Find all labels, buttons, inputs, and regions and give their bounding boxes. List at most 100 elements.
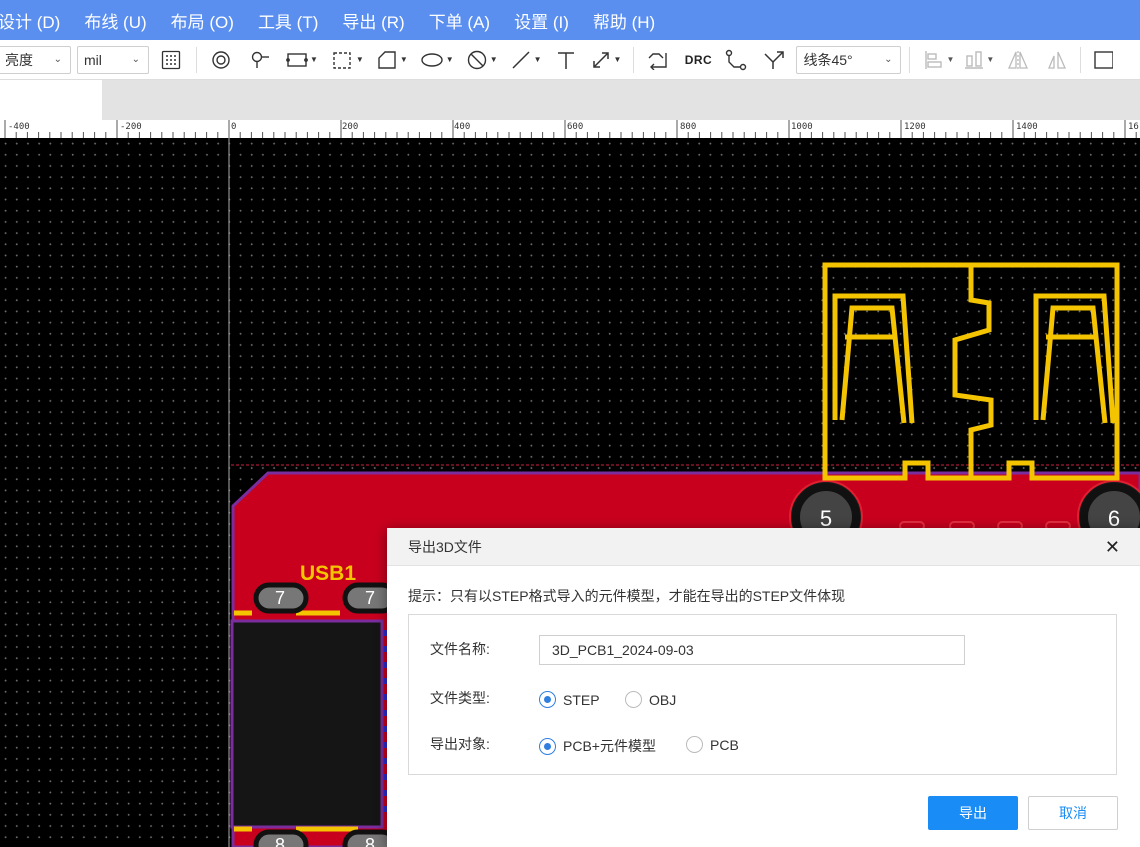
- document-tab[interactable]: [0, 80, 102, 120]
- panel-icon[interactable]: [1091, 48, 1115, 72]
- route-icon[interactable]: [646, 48, 670, 72]
- file-name-input[interactable]: [539, 635, 965, 665]
- ellipse-icon: [421, 52, 443, 67]
- polygon-icon: [378, 50, 396, 69]
- brightness-select-value: 亮度: [5, 51, 33, 68]
- line-tool[interactable]: ▼: [510, 49, 542, 71]
- route-mode-value: 线条45°: [803, 51, 853, 68]
- dimension-tool[interactable]: ▼: [590, 49, 622, 71]
- document-tab-bar: [0, 80, 1140, 120]
- connector-silkscreen: [822, 262, 1120, 481]
- trace-icon[interactable]: [724, 48, 748, 72]
- ruler-label: 16: [1128, 122, 1139, 132]
- usb-footprint: [230, 619, 384, 829]
- component-label-usb1: USB1: [300, 562, 356, 585]
- text-tool-icon[interactable]: [554, 48, 578, 72]
- cancel-button[interactable]: 取消: [1028, 796, 1118, 830]
- dropdown-arrow-icon: ▼: [946, 55, 955, 64]
- menu-order[interactable]: 下单 (A): [429, 8, 490, 33]
- flip-vertical-icon[interactable]: [1044, 48, 1068, 72]
- horizontal-ruler: -400 -200 0 200 400 600 800 1000 1200 14…: [0, 120, 1140, 138]
- dropdown-arrow-icon: ▼: [613, 55, 622, 64]
- toolbar: 亮度 ⌄ mil ⌄ ▼ ▼ ▼ ▼ ▼ ▼ ▼ DRC 线条45° ⌄ ▼ ▼: [0, 40, 1140, 80]
- toolbar-divider: [909, 46, 911, 73]
- ruler-label: 1200: [904, 122, 926, 132]
- menu-route[interactable]: 布线 (U): [84, 8, 146, 33]
- dropdown-arrow-icon: ▼: [399, 55, 408, 64]
- close-icon[interactable]: ✕: [1105, 537, 1120, 558]
- radio-step[interactable]: STEP: [539, 691, 600, 708]
- align-left-tool[interactable]: ▼: [924, 50, 954, 70]
- pad-7a-label: 7: [275, 588, 285, 608]
- branch-route-icon[interactable]: [762, 48, 786, 72]
- rectangle-icon: [286, 52, 308, 67]
- ruler-label: 0: [231, 122, 237, 132]
- route-mode-select[interactable]: 线条45° ⌄: [796, 45, 902, 74]
- toolbar-divider: [196, 46, 197, 73]
- polygon-tool[interactable]: ▼: [376, 50, 408, 70]
- menu-help[interactable]: 帮助 (H): [593, 8, 655, 33]
- unit-select[interactable]: mil ⌄: [77, 45, 149, 74]
- dropdown-arrow-icon: ▼: [310, 55, 318, 64]
- grid-icon[interactable]: [159, 48, 183, 72]
- dialog-hint: 提示：只有以STEP格式导入的元件模型，才能在导出的STEP文件体现: [408, 588, 846, 604]
- ellipse-tool[interactable]: ▼: [420, 51, 454, 69]
- pad-8a-label: 8: [275, 835, 285, 847]
- menu-layout[interactable]: 布局 (O): [171, 8, 234, 33]
- chevron-down-icon: ⌄: [884, 54, 893, 65]
- pad-7b-label: 7: [365, 588, 375, 608]
- rectangle-tool[interactable]: ▼: [286, 51, 318, 69]
- dropdown-arrow-icon: ▼: [445, 55, 454, 64]
- line-icon: [512, 50, 530, 69]
- radio-indicator: [686, 736, 703, 753]
- radio-obj[interactable]: OBJ: [625, 691, 676, 708]
- radio-pcb-only-label: PCB: [710, 736, 739, 753]
- menu-tools[interactable]: 工具 (T): [258, 8, 318, 33]
- ruler-label: 200: [342, 122, 359, 132]
- distribute-icon: [965, 50, 984, 69]
- brightness-select[interactable]: 亮度 ⌄: [0, 45, 71, 74]
- pad-icon[interactable]: [248, 48, 272, 72]
- dialog-title: 导出3D文件: [408, 538, 482, 555]
- distribute-tool[interactable]: ▼: [964, 50, 994, 70]
- select-region-tool[interactable]: ▼: [332, 50, 364, 70]
- ruler-label: -400: [8, 122, 30, 132]
- export-target-label: 导出对象:: [430, 736, 490, 752]
- export-button[interactable]: 导出: [928, 796, 1018, 830]
- radio-pcb-with-models[interactable]: PCB+元件模型: [539, 736, 656, 756]
- pad-8b-label: 8: [365, 835, 375, 847]
- dropdown-arrow-icon: ▼: [533, 55, 542, 64]
- ruler-label: -200: [120, 122, 142, 132]
- dropdown-arrow-icon: ▼: [489, 55, 498, 64]
- file-name-label: 文件名称:: [430, 641, 490, 657]
- file-type-label: 文件类型:: [430, 690, 490, 706]
- export-3d-dialog: 导出3D文件 ✕ 提示：只有以STEP格式导入的元件模型，才能在导出的STEP文…: [387, 528, 1140, 847]
- dropdown-arrow-icon: ▼: [986, 55, 995, 64]
- ruler-label: 800: [680, 122, 697, 132]
- menu-settings[interactable]: 设置 (I): [514, 8, 569, 33]
- radio-indicator: [539, 691, 556, 708]
- ruler-label: 1400: [1016, 122, 1038, 132]
- dimension-icon: [592, 51, 609, 68]
- align-left-icon: [925, 50, 943, 69]
- dropdown-arrow-icon: ▼: [355, 55, 364, 64]
- ruler-label: 1000: [791, 122, 813, 132]
- flip-horizontal-icon[interactable]: [1006, 48, 1030, 72]
- prohibit-icon: [467, 50, 486, 69]
- via-icon[interactable]: [209, 48, 233, 72]
- ruler-label: 400: [454, 122, 471, 132]
- unit-select-value: mil: [84, 51, 102, 68]
- chevron-down-icon: ⌄: [53, 54, 62, 65]
- drc-button[interactable]: DRC: [684, 48, 712, 72]
- no-connect-tool[interactable]: ▼: [466, 49, 498, 71]
- menu-export[interactable]: 导出 (R): [342, 8, 404, 33]
- radio-obj-label: OBJ: [649, 691, 677, 708]
- dashed-rect-icon: [333, 51, 351, 69]
- export-options-panel: 文件名称: 文件类型: STEP OBJ 导出对象: PCB+元件模型 PCB: [408, 614, 1117, 775]
- menu-bar: 设计 (D) 布线 (U) 布局 (O) 工具 (T) 导出 (R) 下单 (A…: [0, 0, 1140, 40]
- radio-pcb-with-models-label: PCB+元件模型: [563, 738, 656, 754]
- chevron-down-icon: ⌄: [131, 54, 140, 65]
- menu-design[interactable]: 设计 (D): [0, 8, 60, 33]
- radio-pcb-only[interactable]: PCB: [686, 736, 739, 753]
- ruler-label: 600: [567, 122, 584, 132]
